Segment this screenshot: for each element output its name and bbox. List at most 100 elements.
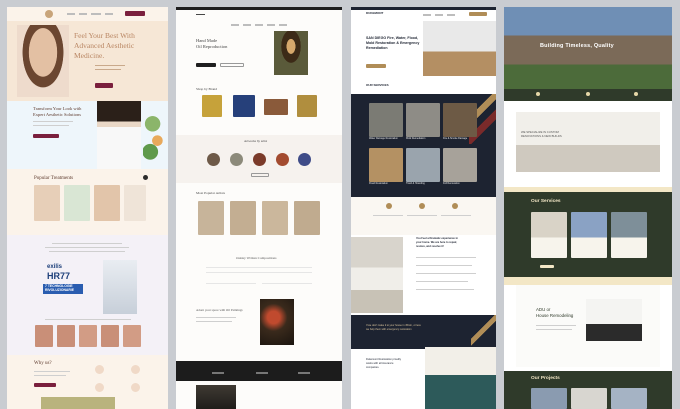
feature-icon bbox=[131, 365, 140, 374]
store-nav-link[interactable] bbox=[279, 24, 287, 26]
painting-thumb-starry-night[interactable] bbox=[233, 95, 255, 117]
store-top-bar bbox=[176, 7, 342, 10]
feature-icon bbox=[386, 203, 392, 209]
treatment-card[interactable] bbox=[34, 185, 60, 221]
gallery-text-line bbox=[206, 267, 312, 268]
sketch-thumb[interactable] bbox=[230, 201, 256, 235]
sketch-thumb[interactable] bbox=[198, 201, 224, 235]
service-card-label: Mold Remediation bbox=[406, 137, 426, 140]
company-logo[interactable]: DUKEMONT bbox=[366, 11, 383, 15]
painting-thumb-landscape[interactable] bbox=[264, 99, 288, 115]
hero-portrait-image bbox=[17, 25, 69, 97]
transform-text-line bbox=[33, 125, 69, 126]
projects-heading: Our Projects bbox=[531, 376, 560, 381]
company-nav-link[interactable] bbox=[435, 14, 443, 16]
call-now-button[interactable] bbox=[469, 12, 487, 16]
clinic-logo[interactable] bbox=[45, 10, 53, 18]
hero-title-line-2: Mold Restoration & Emergency bbox=[366, 41, 420, 45]
product-device-image bbox=[103, 260, 137, 314]
treatment-card[interactable] bbox=[64, 185, 90, 221]
company-nav-link[interactable] bbox=[423, 14, 431, 16]
carousel-next-icon[interactable] bbox=[143, 175, 148, 180]
shop-now-button[interactable] bbox=[196, 63, 216, 67]
hero-cta-button[interactable] bbox=[366, 64, 386, 68]
sketch-thumb[interactable] bbox=[262, 201, 288, 235]
cta-title-line-3: restore, and resolve it! bbox=[416, 245, 444, 248]
store-nav-link[interactable] bbox=[243, 24, 251, 26]
why-us-button[interactable] bbox=[34, 383, 56, 387]
company-nav-link[interactable] bbox=[447, 14, 455, 16]
adu-worker-image bbox=[586, 299, 642, 341]
artist-avatar[interactable] bbox=[253, 153, 266, 166]
footer-link[interactable] bbox=[256, 372, 268, 374]
before-after-thumb bbox=[101, 325, 119, 347]
services-label: OUR SERVICES bbox=[366, 83, 389, 87]
service-card[interactable] bbox=[443, 148, 477, 182]
flower-painting[interactable] bbox=[260, 299, 294, 345]
hero-title-line-3: Remediation bbox=[366, 46, 388, 50]
nav-link-about[interactable] bbox=[79, 13, 87, 15]
hero-cta-button[interactable] bbox=[95, 83, 113, 88]
before-after-thumb bbox=[35, 325, 53, 347]
service-card[interactable] bbox=[571, 212, 607, 258]
artist-avatar[interactable] bbox=[230, 153, 243, 166]
oil-painting-store-page: ▬▬▬ Hand Made Oil Reproduction Shop by B… bbox=[176, 7, 342, 409]
product-intro-line bbox=[52, 243, 122, 244]
service-card[interactable] bbox=[406, 148, 440, 182]
store-logo[interactable]: ▬▬▬ bbox=[196, 12, 205, 16]
product-intro-line bbox=[45, 247, 129, 248]
custom-order-button[interactable] bbox=[220, 63, 244, 67]
store-nav-link[interactable] bbox=[231, 24, 239, 26]
nav-link-home[interactable] bbox=[67, 13, 75, 15]
transform-cta-button[interactable] bbox=[33, 134, 59, 138]
view-all-artists-button[interactable] bbox=[251, 173, 269, 177]
adu-title-line-2: House Remodeling bbox=[536, 313, 574, 318]
treatment-card[interactable] bbox=[124, 185, 146, 221]
hero-text-line bbox=[95, 65, 125, 66]
painting-thumb-portrait[interactable] bbox=[297, 95, 317, 117]
product-divider bbox=[45, 319, 131, 320]
hero-interior-image bbox=[423, 21, 496, 76]
project-thumb[interactable] bbox=[571, 388, 607, 409]
product-model: HR77 bbox=[47, 271, 71, 281]
before-after-thumb bbox=[123, 325, 141, 347]
treatment-card[interactable] bbox=[94, 185, 120, 221]
gallery-text-line bbox=[206, 272, 312, 273]
why-us-heading: Why us? bbox=[34, 361, 52, 366]
service-card-label: Full Renovation bbox=[443, 182, 460, 185]
artist-avatar[interactable] bbox=[276, 153, 289, 166]
shop-by-brand-heading: Shop by Brand bbox=[196, 87, 217, 91]
service-card[interactable] bbox=[443, 103, 477, 137]
kitchen-image bbox=[351, 237, 403, 313]
gallery-text-line bbox=[262, 283, 312, 284]
artist-avatar[interactable] bbox=[207, 153, 220, 166]
service-card[interactable] bbox=[369, 148, 403, 182]
project-thumb[interactable] bbox=[531, 388, 567, 409]
project-thumb[interactable] bbox=[611, 388, 647, 409]
services-accent-bar bbox=[504, 187, 672, 192]
store-nav-link[interactable] bbox=[267, 24, 275, 26]
service-card[interactable] bbox=[531, 212, 567, 258]
footer-link[interactable] bbox=[298, 372, 310, 374]
nav-link-treatments[interactable] bbox=[91, 13, 101, 15]
info-icon bbox=[634, 92, 638, 96]
treatments-heading: Popular Treatments bbox=[34, 176, 74, 181]
nav-link-contact[interactable] bbox=[105, 13, 113, 15]
botanical-decoration bbox=[143, 107, 167, 163]
mona-lisa-painting[interactable] bbox=[274, 31, 308, 75]
service-card[interactable] bbox=[406, 103, 440, 137]
painting-thumb-klimt[interactable] bbox=[202, 95, 222, 117]
builder-company-page: Building Timeless, Quality WE SPECIALIZE… bbox=[504, 7, 672, 409]
book-now-button[interactable] bbox=[125, 11, 145, 16]
sketch-thumb[interactable] bbox=[294, 201, 320, 235]
service-card-label: Trash & Hoarding bbox=[406, 182, 425, 185]
artist-avatar[interactable] bbox=[298, 153, 311, 166]
services-cta-button[interactable] bbox=[540, 265, 554, 268]
info-icon bbox=[536, 92, 540, 96]
service-card[interactable] bbox=[611, 212, 647, 258]
footer-link[interactable] bbox=[212, 372, 224, 374]
store-nav-link[interactable] bbox=[255, 24, 263, 26]
service-card[interactable] bbox=[369, 103, 403, 137]
why-us-line bbox=[34, 371, 70, 372]
adu-title-line-1: ADU or bbox=[536, 307, 551, 312]
